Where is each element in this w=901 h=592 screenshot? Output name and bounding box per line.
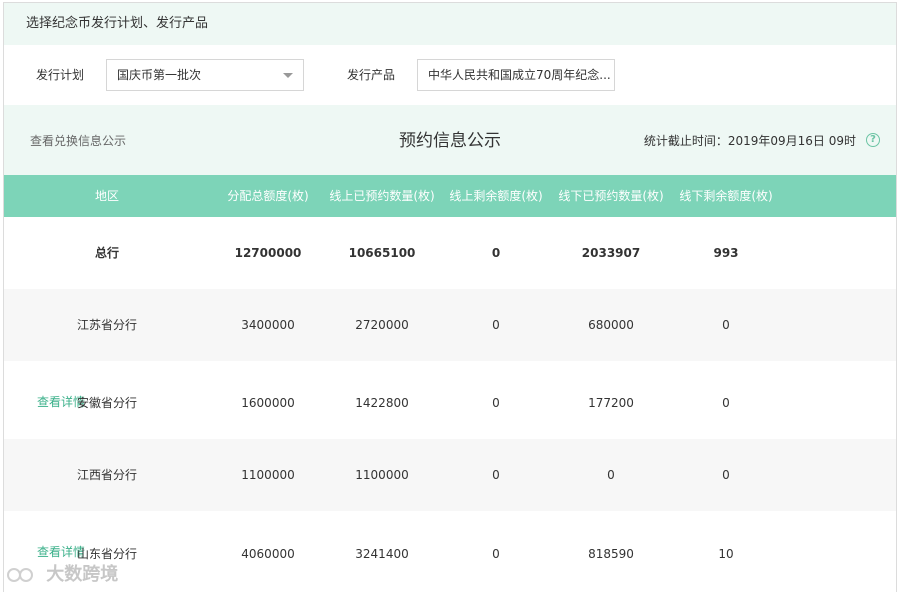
col-header-online-booked: 线上已预约数量(枚) bbox=[329, 189, 435, 203]
watermark-text: 大数跨境 bbox=[46, 564, 119, 585]
cell-offline-booked: 177200 bbox=[588, 396, 634, 410]
cell-region: 安徽省分行 bbox=[76, 396, 138, 410]
table-row: 江西省分行 1100000 1100000 0 0 0 bbox=[4, 439, 896, 511]
reservation-panel: 选择纪念币发行计划、发行产品 发行计划 国庆币第一批次 发行产品 中华人民共和国… bbox=[3, 2, 897, 592]
cell-region: 江苏省分行 bbox=[76, 318, 138, 332]
cell-online-left: 0 bbox=[492, 468, 500, 482]
cell-total: 1600000 bbox=[241, 396, 295, 410]
chevron-down-icon bbox=[283, 73, 293, 78]
cell-online-booked: 10665100 bbox=[348, 246, 416, 260]
cell-online-booked: 1100000 bbox=[355, 468, 409, 482]
watermark-logo-icon bbox=[7, 568, 33, 582]
cell-offline-left: 993 bbox=[713, 246, 739, 260]
cell-online-left: 0 bbox=[492, 318, 500, 332]
col-header-online-left: 线上剩余额度(枚) bbox=[449, 189, 543, 203]
col-header-total: 分配总额度(枚) bbox=[227, 189, 309, 203]
section-title: 选择纪念币发行计划、发行产品 bbox=[26, 16, 209, 31]
cell-online-left: 0 bbox=[492, 396, 500, 410]
cell-online-booked: 1422800 bbox=[355, 396, 409, 410]
info-bar: 查看兑换信息公示 预约信息公示 统计截止时间：2019年09月16日 09时 ? bbox=[4, 105, 896, 177]
filter-bar: 发行计划 国庆币第一批次 发行产品 中华人民共和国成立70周年纪念... bbox=[4, 45, 896, 105]
cell-offline-left: 0 bbox=[722, 318, 730, 332]
cell-online-booked: 2720000 bbox=[355, 318, 409, 332]
plan-label: 发行计划 bbox=[36, 68, 85, 82]
cell-online-left: 0 bbox=[491, 246, 501, 260]
table-row: 查看详情 安徽省分行 1600000 1422800 0 177200 0 bbox=[4, 361, 896, 439]
section-header: 选择纪念币发行计划、发行产品 bbox=[4, 3, 896, 45]
cell-offline-booked: 2033907 bbox=[581, 246, 641, 260]
cell-total: 1100000 bbox=[241, 468, 295, 482]
plan-select-value: 国庆币第一批次 bbox=[117, 68, 202, 82]
cell-total: 3400000 bbox=[241, 318, 295, 332]
cell-offline-booked: 818590 bbox=[588, 547, 634, 561]
table-header: 地区 分配总额度(枚) 线上已预约数量(枚) 线上剩余额度(枚) 线下已预约数量… bbox=[4, 175, 896, 217]
table-row: 总行 12700000 10665100 0 2033907 993 bbox=[4, 217, 896, 289]
cell-offline-left: 10 bbox=[718, 547, 734, 561]
col-header-region: 地区 bbox=[94, 189, 120, 203]
cell-total: 4060000 bbox=[241, 547, 295, 561]
cell-offline-left: 0 bbox=[722, 396, 730, 410]
table-row: 查看详情 山东省分行 4060000 3241400 0 818590 10 bbox=[4, 511, 896, 592]
cell-offline-left: 0 bbox=[722, 468, 730, 482]
stat-time: 统计截止时间：2019年09月16日 09时 bbox=[643, 134, 856, 148]
cell-region: 江西省分行 bbox=[76, 468, 138, 482]
help-icon[interactable]: ? bbox=[866, 133, 880, 147]
plan-select[interactable]: 国庆币第一批次 bbox=[106, 59, 304, 91]
watermark: 大数跨境 bbox=[6, 560, 118, 586]
col-header-offline-left: 线下剩余额度(枚) bbox=[679, 189, 773, 203]
cell-region: 总行 bbox=[94, 246, 120, 260]
product-select[interactable]: 中华人民共和国成立70周年纪念... bbox=[417, 59, 615, 91]
col-header-offline-booked: 线下已预约数量(枚) bbox=[558, 189, 664, 203]
cell-offline-booked: 680000 bbox=[588, 318, 634, 332]
cell-online-booked: 3241400 bbox=[355, 547, 409, 561]
product-label: 发行产品 bbox=[347, 68, 396, 82]
cell-online-left: 0 bbox=[492, 547, 500, 561]
table-row: 江苏省分行 3400000 2720000 0 680000 0 bbox=[4, 289, 896, 361]
cell-total: 12700000 bbox=[234, 246, 302, 260]
product-select-value: 中华人民共和国成立70周年纪念... bbox=[428, 68, 611, 82]
cell-offline-booked: 0 bbox=[607, 468, 615, 482]
